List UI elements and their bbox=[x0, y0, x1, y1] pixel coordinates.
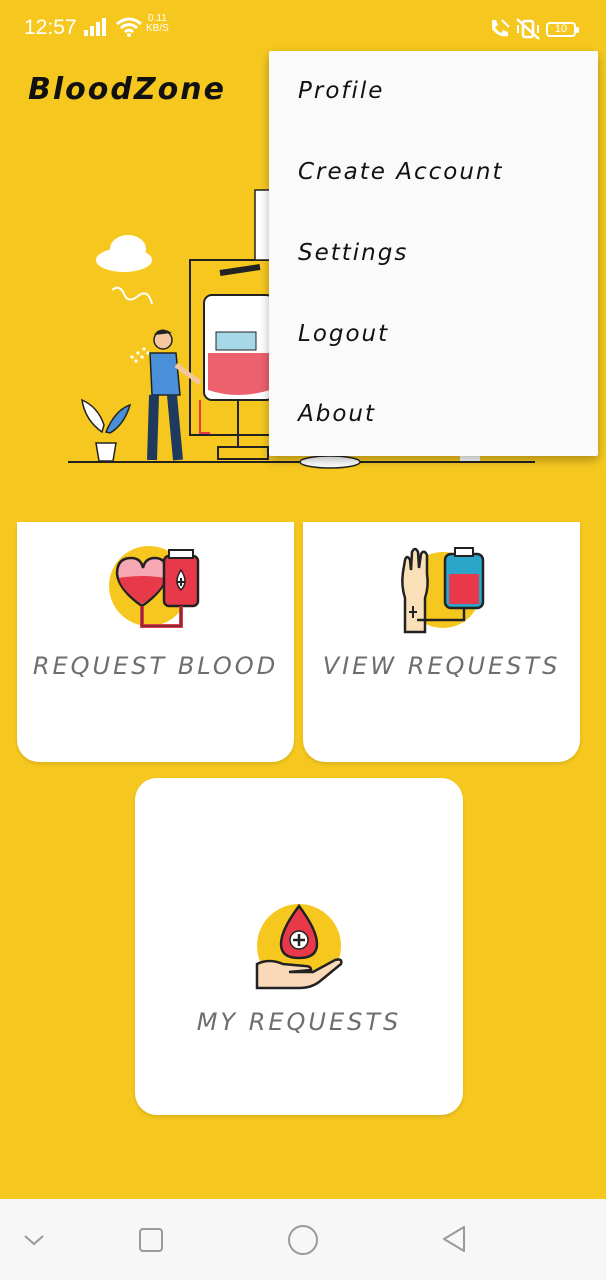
my-requests-card[interactable]: MY REQUESTS bbox=[135, 778, 463, 1115]
back-triangle-icon[interactable] bbox=[440, 1224, 468, 1254]
menu-item-about[interactable]: About bbox=[298, 401, 376, 427]
request-blood-label: REQUEST BLOOD bbox=[32, 652, 279, 680]
app-title: BloodZone bbox=[28, 72, 226, 107]
recents-square-icon[interactable] bbox=[138, 1227, 164, 1253]
volte-call-icon bbox=[492, 19, 510, 37]
system-nav-bar bbox=[0, 1199, 606, 1280]
view-requests-card[interactable]: VIEW REQUESTS bbox=[303, 522, 580, 762]
vibrate-off-icon bbox=[516, 18, 540, 40]
net-speed: 0.11 KB/S bbox=[146, 14, 169, 34]
overflow-menu: Profile Create Account Settings Logout A… bbox=[269, 51, 598, 456]
chevron-down-icon[interactable] bbox=[23, 1233, 45, 1247]
signal-icon bbox=[84, 18, 106, 36]
donor-person-icon bbox=[147, 329, 202, 461]
menu-item-settings[interactable]: Settings bbox=[298, 240, 408, 266]
battery-icon: 10 bbox=[546, 22, 579, 37]
blood-bag-heart-icon bbox=[109, 546, 200, 628]
wifi-icon bbox=[116, 17, 142, 37]
hand-blood-drop-icon bbox=[255, 903, 343, 990]
menu-item-profile[interactable]: Profile bbox=[298, 78, 384, 104]
menu-item-logout[interactable]: Logout bbox=[298, 321, 389, 347]
view-requests-label: VIEW REQUESTS bbox=[322, 652, 561, 680]
menu-item-create-account[interactable]: Create Account bbox=[298, 159, 504, 185]
my-requests-label: MY REQUESTS bbox=[196, 1008, 402, 1036]
net-speed-unit: KB/S bbox=[146, 23, 169, 34]
transfusion-arm-icon bbox=[401, 547, 485, 634]
plant-icon bbox=[81, 398, 132, 462]
status-time: 12:57 bbox=[24, 16, 77, 39]
cloud-icon bbox=[96, 235, 152, 272]
request-blood-card[interactable]: REQUEST BLOOD bbox=[17, 522, 294, 762]
home-circle-icon[interactable] bbox=[287, 1224, 319, 1256]
